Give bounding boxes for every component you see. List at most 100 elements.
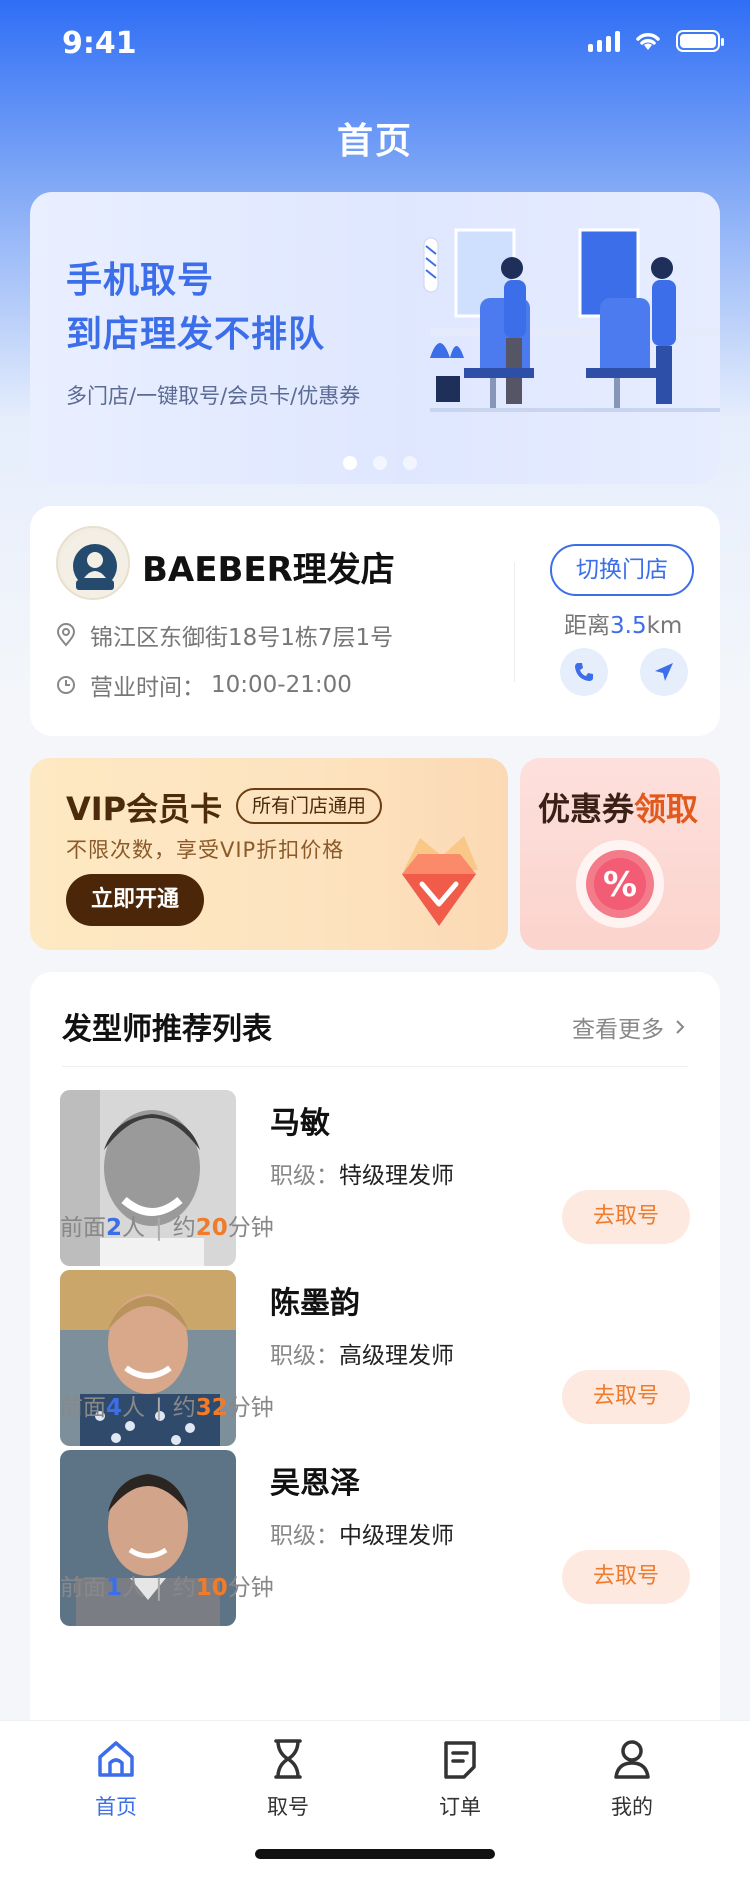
distance-unit: km xyxy=(646,613,683,639)
queue-count: 2 xyxy=(106,1215,123,1241)
hourglass-icon xyxy=(274,1739,302,1779)
hours-label: 营业时间： xyxy=(90,675,205,701)
store-address-text: 锦江区东御街18号1栋7层1号 xyxy=(90,625,394,651)
clock-icon xyxy=(57,676,75,694)
level-label: 职级： xyxy=(270,1343,339,1369)
view-more-label: 查看更多 xyxy=(572,1017,664,1043)
discount-badge-icon: % xyxy=(576,840,664,928)
wait-prefix: 约 xyxy=(172,1215,196,1241)
store-address: 锦江区东御街18号1栋7层1号 xyxy=(56,618,393,652)
level-value: 特级理发师 xyxy=(339,1163,454,1189)
queue-unit: 人 xyxy=(122,1575,146,1601)
barbershop-illustration xyxy=(423,228,720,412)
signal-icon xyxy=(588,30,620,52)
carousel-dot[interactable] xyxy=(373,456,387,470)
barber-level: 职级：中级理发师 xyxy=(270,1516,454,1550)
carousel-dots[interactable] xyxy=(30,456,720,470)
vip-title: VIP会员卡 xyxy=(66,790,223,828)
store-distance: 距离3.5km xyxy=(564,606,682,640)
page-title: 首页 xyxy=(336,121,413,162)
tab-home[interactable]: 首页 xyxy=(56,1735,176,1821)
queue-prefix: 前面 xyxy=(60,1575,106,1601)
banner-headline: 手机取号 到店理发不排队 xyxy=(66,254,325,362)
location-pin-icon xyxy=(56,623,76,647)
discount-symbol: % xyxy=(603,865,637,905)
bottom-tab-bar: 首页 取号 订单 我的 xyxy=(0,1720,750,1886)
call-store-button[interactable] xyxy=(560,648,608,696)
diamond-icon xyxy=(402,836,478,926)
distance-value: 3.5 xyxy=(610,613,647,639)
hours-value: 10:00-21:00 xyxy=(211,672,352,698)
barber-item[interactable]: 吴恩泽 职级：中级理发师 前面1人 | 约10分钟 去取号 xyxy=(60,1450,690,1626)
view-more-link[interactable]: 查看更多 xyxy=(572,1010,686,1044)
distance-prefix: 距离 xyxy=(564,613,610,639)
banner-subtitle: 多门店/一键取号/会员卡/优惠券 xyxy=(66,384,361,408)
navigation-arrow-icon xyxy=(655,663,673,681)
barber-item[interactable]: 陈墨韵 职级：高级理发师 前面4人 | 约32分钟 去取号 xyxy=(60,1270,690,1446)
separator: | xyxy=(155,1575,163,1601)
tab-profile[interactable]: 我的 xyxy=(572,1735,692,1821)
list-divider xyxy=(62,1066,688,1067)
take-number-button[interactable]: 去取号 xyxy=(562,1370,690,1424)
coupon-title: 优惠券领取 xyxy=(538,784,698,830)
queue-prefix: 前面 xyxy=(60,1215,106,1241)
queue-count: 4 xyxy=(106,1395,123,1421)
level-value: 中级理发师 xyxy=(339,1523,454,1549)
store-hours: 营业时间： 10:00-21:00 xyxy=(56,668,352,702)
level-label: 职级： xyxy=(270,1523,339,1549)
tab-take-number[interactable]: 取号 xyxy=(228,1735,348,1821)
store-logo xyxy=(56,526,130,600)
queue-count: 1 xyxy=(106,1575,123,1601)
banner-line-2: 到店理发不排队 xyxy=(66,314,326,355)
tab-label: 首页 xyxy=(95,1795,137,1819)
barber-level: 职级：特级理发师 xyxy=(270,1156,454,1190)
store-divider xyxy=(514,562,515,682)
order-icon xyxy=(444,1741,476,1779)
carousel-dot[interactable] xyxy=(403,456,417,470)
wait-unit: 分钟 xyxy=(227,1575,274,1601)
status-icons xyxy=(588,30,724,52)
tab-label: 我的 xyxy=(611,1795,653,1819)
wait-minutes: 20 xyxy=(195,1215,228,1241)
activate-vip-button[interactable]: 立即开通 xyxy=(66,874,204,926)
wait-unit: 分钟 xyxy=(227,1215,274,1241)
wait-prefix: 约 xyxy=(172,1575,196,1601)
status-bar: 9:41 xyxy=(0,0,750,88)
phone-icon xyxy=(575,663,593,681)
carousel-dot[interactable] xyxy=(343,456,357,470)
queue-unit: 人 xyxy=(122,1395,146,1421)
level-value: 高级理发师 xyxy=(339,1343,454,1369)
barber-queue: 前面2人 | 约20分钟 xyxy=(60,1208,274,1242)
vip-tag: 所有门店通用 xyxy=(236,788,383,824)
barber-name: 陈墨韵 xyxy=(270,1286,360,1321)
separator: | xyxy=(155,1215,163,1241)
user-icon xyxy=(614,1740,650,1779)
barber-level: 职级：高级理发师 xyxy=(270,1336,454,1370)
battery-icon xyxy=(676,30,724,52)
barber-item[interactable]: 马敏 职级：特级理发师 前面2人 | 约20分钟 去取号 xyxy=(60,1090,690,1266)
take-number-button[interactable]: 去取号 xyxy=(562,1550,690,1604)
separator: | xyxy=(155,1395,163,1421)
tab-label: 取号 xyxy=(267,1795,309,1819)
coupon-card[interactable]: 优惠券领取 % xyxy=(520,758,720,950)
tab-orders[interactable]: 订单 xyxy=(400,1735,520,1821)
store-name: BAEBER理发店 xyxy=(142,550,395,590)
level-label: 职级： xyxy=(270,1163,339,1189)
switch-store-button[interactable]: 切换门店 xyxy=(550,544,694,596)
queue-unit: 人 xyxy=(122,1215,146,1241)
tab-label: 订单 xyxy=(439,1795,481,1819)
vip-description: 不限次数，享受VIP折扣价格 xyxy=(66,838,345,862)
vip-card[interactable]: VIP会员卡 所有门店通用 不限次数，享受VIP折扣价格 立即开通 xyxy=(30,758,508,950)
navigate-button[interactable] xyxy=(640,648,688,696)
promo-banner[interactable]: 手机取号 到店理发不排队 多门店/一键取号/会员卡/优惠券 xyxy=(30,192,720,484)
barber-queue: 前面4人 | 约32分钟 xyxy=(60,1388,274,1422)
barber-list-title: 发型师推荐列表 xyxy=(62,1012,272,1047)
home-icon xyxy=(98,1741,134,1777)
take-number-button[interactable]: 去取号 xyxy=(562,1190,690,1244)
status-time: 9:41 xyxy=(62,26,137,61)
coupon-title-b: 领取 xyxy=(634,790,699,828)
barber-queue: 前面1人 | 约10分钟 xyxy=(60,1568,274,1602)
barber-name: 吴恩泽 xyxy=(270,1466,360,1501)
home-indicator xyxy=(255,1849,495,1859)
wait-unit: 分钟 xyxy=(227,1395,274,1421)
